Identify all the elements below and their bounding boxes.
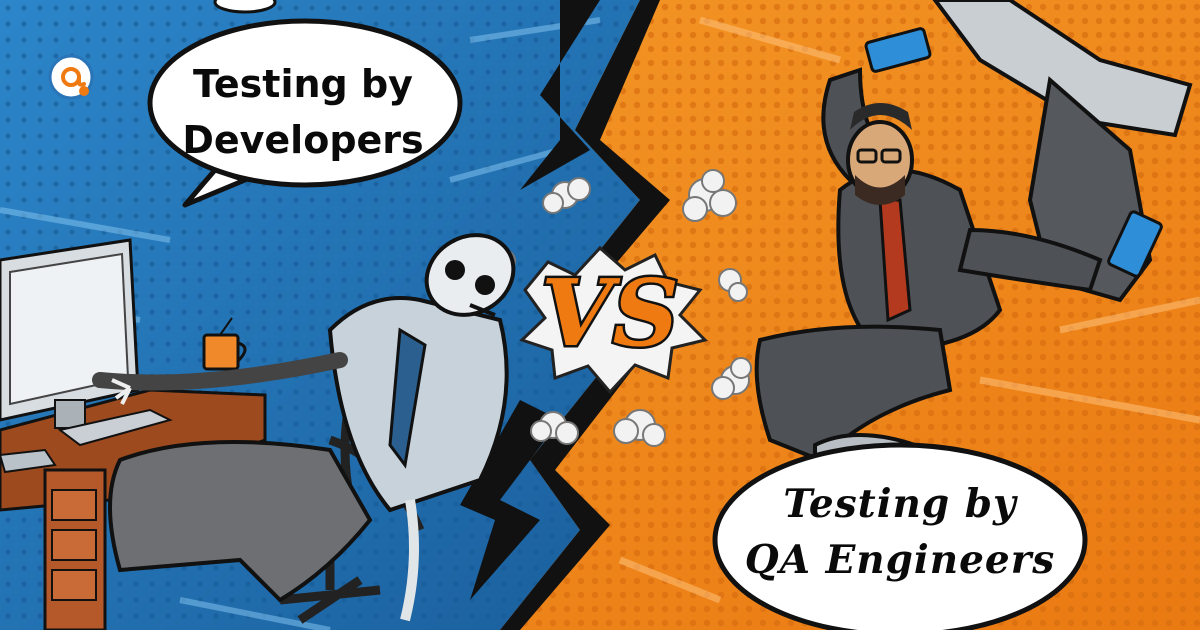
developers-caption-line-2: Developers	[182, 118, 424, 162]
qa-engineers-caption: Testing by QA Engineers	[735, 476, 1065, 588]
developers-caption-line-1: Testing by	[193, 62, 413, 106]
comic-banner: VS Testing by Developers Testing by QA E…	[0, 0, 1200, 630]
qa-engineers-caption-line-1: Testing by	[783, 481, 1017, 527]
vs-letters: VS	[541, 259, 679, 367]
qa-engineers-caption-line-2: QA Engineers	[744, 537, 1056, 583]
qa-at-sign-logo-icon	[48, 54, 94, 100]
company-logo	[48, 54, 94, 100]
developers-caption: Testing by Developers	[158, 56, 448, 168]
